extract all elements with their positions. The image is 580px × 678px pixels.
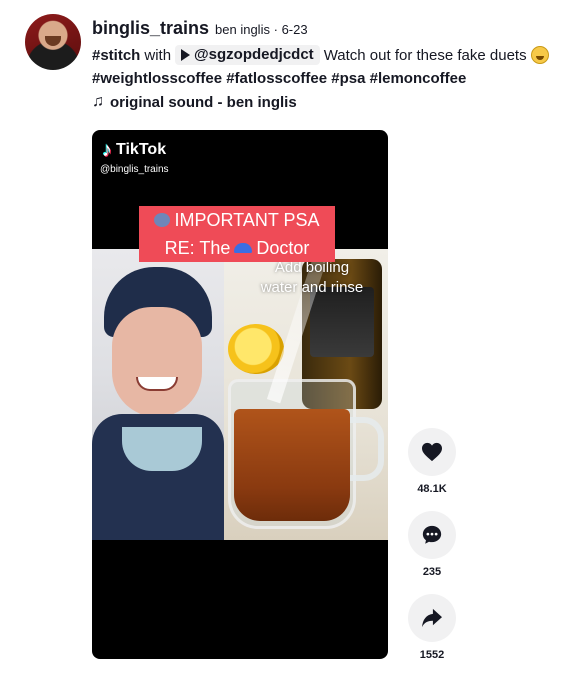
author-avatar[interactable]	[25, 14, 81, 70]
like-button[interactable]	[408, 428, 456, 476]
music-note-icon: ♫	[92, 93, 104, 110]
comment-icon	[422, 525, 442, 544]
post-header: binglis_trains ben inglis · 6-23 #stitch…	[92, 18, 572, 111]
music-link[interactable]: ♫ original sound - ben inglis	[92, 93, 572, 111]
watermark-handle: @binglis_trains	[100, 164, 169, 175]
caption: #stitch with @sgzopdedjcdct Watch out fo…	[92, 45, 572, 65]
tiktok-watermark: ♪ TikTok	[102, 140, 166, 160]
author-display-name: ben inglis	[215, 22, 270, 37]
overlay-line-2: water and rinse	[260, 279, 364, 296]
stitch-hashtag[interactable]: #stitch	[92, 47, 140, 64]
share-arrow-icon	[422, 608, 442, 628]
tiktok-logo-icon: ♪	[102, 139, 112, 161]
comment-button[interactable]	[408, 511, 456, 559]
share-count: 1552	[419, 649, 445, 661]
banner-line-1: IMPORTANT PSA	[174, 210, 320, 230]
like-count: 48.1K	[417, 483, 447, 495]
author-username[interactable]: binglis_trains	[92, 18, 209, 39]
doctor-video-panel	[92, 249, 224, 540]
watermark-label: TikTok	[116, 141, 167, 158]
stitched-video-mention[interactable]: @sgzopdedjcdct	[175, 45, 320, 65]
meta-separator: ·	[273, 22, 278, 37]
caption-text: Watch out for these fake duets	[323, 46, 527, 64]
heart-icon	[422, 442, 442, 462]
banner-line-2-prefix: RE: The	[164, 238, 231, 258]
cap-emoji-icon	[234, 243, 253, 253]
post-date: 6-23	[281, 22, 308, 37]
caption-with: with	[144, 46, 172, 64]
video-player[interactable]: ♪ TikTok @binglis_trains Add boiling wat…	[92, 130, 388, 659]
music-label: original sound - ben inglis	[110, 93, 297, 111]
caption-hashtags[interactable]: #weightlosscoffee #fatlosscoffee #psa #l…	[92, 70, 572, 87]
mention-label: @sgzopdedjcdct	[194, 46, 314, 63]
sweat-smile-emoji-icon	[530, 46, 549, 64]
share-button[interactable]	[408, 594, 456, 642]
play-icon	[181, 48, 191, 61]
banner-line-2-suffix: Doctor	[256, 238, 310, 258]
video-overlay-caption: Add boiling water and rinse	[244, 258, 380, 298]
author-meta: ben inglis · 6-23	[215, 22, 308, 37]
brain-emoji-icon	[154, 213, 171, 227]
psa-banner: IMPORTANT PSA RE: The Doctor	[139, 206, 335, 262]
comment-count: 235	[422, 566, 442, 578]
action-bar: 48.1K 235 1552	[406, 428, 458, 677]
